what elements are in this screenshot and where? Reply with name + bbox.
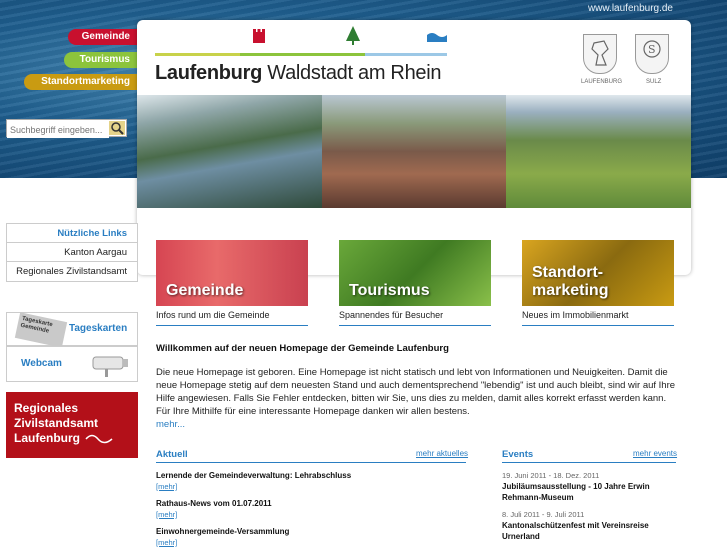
welcome-heading: Willkommen auf der neuen Homepage der Ge… xyxy=(156,343,449,354)
news-item-title[interactable]: Lernende der Gemeindeverwaltung: Lehrabs… xyxy=(156,471,351,480)
nav-gemeinde[interactable]: Gemeinde xyxy=(68,29,138,45)
regionales-line3-row: Laufenburg xyxy=(14,431,130,446)
ornament-icon xyxy=(85,434,113,443)
crest-label-laufenburg: LAUFENBURG xyxy=(581,79,623,85)
search-button[interactable] xyxy=(109,121,125,135)
tile-standortmarketing-title: Standort- marketing xyxy=(532,264,609,299)
news-item-more[interactable]: [mehr] xyxy=(156,482,177,491)
event-title[interactable]: Jubiläumsausstellung - 10 Jahre Erwin Re… xyxy=(502,481,662,503)
search-icon xyxy=(111,122,124,135)
regionales-line1: Regionales xyxy=(14,401,79,415)
lion-icon xyxy=(591,40,609,66)
logo-stripe-lime xyxy=(240,53,365,56)
s-emblem-icon: S xyxy=(643,40,661,58)
events-heading: Events xyxy=(502,449,534,460)
crest-label-sulz: SULZ xyxy=(646,79,662,85)
nav-tourismus[interactable]: Tourismus xyxy=(64,52,138,68)
tile-tourismus[interactable]: Tourismus Spannendes für Besucher xyxy=(339,240,491,326)
tageskarte-ticket-icon: Tageskarte Gemeinde xyxy=(14,312,68,348)
news-item-title[interactable]: Rathaus-News vom 01.07.2011 xyxy=(156,499,272,508)
useful-links-heading: Nützliche Links xyxy=(7,224,137,243)
photo-village-valley xyxy=(506,95,692,208)
news-item-more[interactable]: [mehr] xyxy=(156,538,177,547)
site-url[interactable]: www.laufenburg.de xyxy=(588,3,673,14)
aktuell-more-link[interactable]: mehr aktuelles xyxy=(416,449,468,458)
tageskarten-label: Tageskarten xyxy=(69,323,128,334)
aktuell-divider xyxy=(156,462,466,463)
photo-river-dam xyxy=(137,95,322,208)
events-more-link[interactable]: mehr events xyxy=(633,449,677,458)
regionales-line3: Laufenburg xyxy=(14,431,80,445)
sulz-crest-icon: S xyxy=(635,34,669,74)
regionales-line2: Zivilstandsamt xyxy=(14,416,99,430)
news-item-more[interactable]: [mehr] xyxy=(156,510,177,519)
useful-links-box: Nützliche Links Kanton Aargau Regionales… xyxy=(6,223,138,282)
wave-icon xyxy=(427,33,447,42)
tile-standortmarketing[interactable]: Standort- marketing Neues im Immobilienm… xyxy=(522,240,674,326)
laufenburg-crest-icon xyxy=(583,34,617,74)
webcam-widget[interactable]: Webcam xyxy=(6,346,138,382)
search-box xyxy=(6,119,127,138)
camera-icon xyxy=(92,356,128,377)
tile-gemeinde-image: Gemeinde xyxy=(156,240,308,306)
tile-standortmarketing-image: Standort- marketing xyxy=(522,240,674,306)
event-title[interactable]: Kantonalschützenfest mit Vereinsreise Ur… xyxy=(502,520,662,542)
tile-tourismus-caption: Spannendes für Besucher xyxy=(339,306,491,326)
aktuell-heading: Aktuell xyxy=(156,449,188,460)
panorama-photos xyxy=(137,95,692,208)
tree-icon xyxy=(346,26,360,45)
photo-old-town xyxy=(321,95,507,208)
tile-tourismus-title: Tourismus xyxy=(349,282,430,299)
welcome-text-block: Die neue Homepage ist geboren. Eine Home… xyxy=(156,366,678,431)
logo-stripe-blue xyxy=(365,53,447,56)
event-date: 8. Juli 2011 - 9. Juli 2011 xyxy=(502,510,585,519)
event-date: 19. Juni 2011 - 18. Dez. 2011 xyxy=(502,471,600,480)
tile-tourismus-image: Tourismus xyxy=(339,240,491,306)
link-zivilstandsamt[interactable]: Regionales Zivilstandsamt xyxy=(7,262,137,281)
link-kanton-aargau[interactable]: Kanton Aargau xyxy=(7,243,137,262)
welcome-text: Die neue Homepage ist geboren. Eine Home… xyxy=(156,367,676,417)
regionales-zivilstandsamt-banner[interactable]: Regionales Zivilstandsamt Laufenburg xyxy=(6,392,138,458)
castle-icon xyxy=(253,29,265,43)
nav-standortmarketing[interactable]: Standortmarketing xyxy=(24,74,138,90)
tile-gemeinde-title: Gemeinde xyxy=(166,282,244,299)
search-input[interactable] xyxy=(7,122,109,138)
tile-standortmarketing-caption: Neues im Immobilienmarkt xyxy=(522,306,674,326)
tageskarten-widget[interactable]: Tageskarte Gemeinde Tageskarten xyxy=(6,312,138,348)
logo-stripe-green xyxy=(155,53,240,56)
site-logo-title[interactable]: Laufenburg Waldstadt am Rhein xyxy=(155,62,442,85)
tile-gemeinde-caption: Infos rund um die Gemeinde xyxy=(156,306,308,326)
webcam-label: Webcam xyxy=(21,358,62,369)
welcome-more-link[interactable]: mehr... xyxy=(156,419,185,430)
svg-text:S: S xyxy=(648,43,656,56)
header-card: Laufenburg Waldstadt am Rhein LAUFENBURG… xyxy=(137,20,692,275)
tile-gemeinde[interactable]: Gemeinde Infos rund um die Gemeinde xyxy=(156,240,308,326)
events-divider xyxy=(502,462,676,463)
news-item-title[interactable]: Einwohnergemeinde-Versammlung xyxy=(156,527,289,536)
